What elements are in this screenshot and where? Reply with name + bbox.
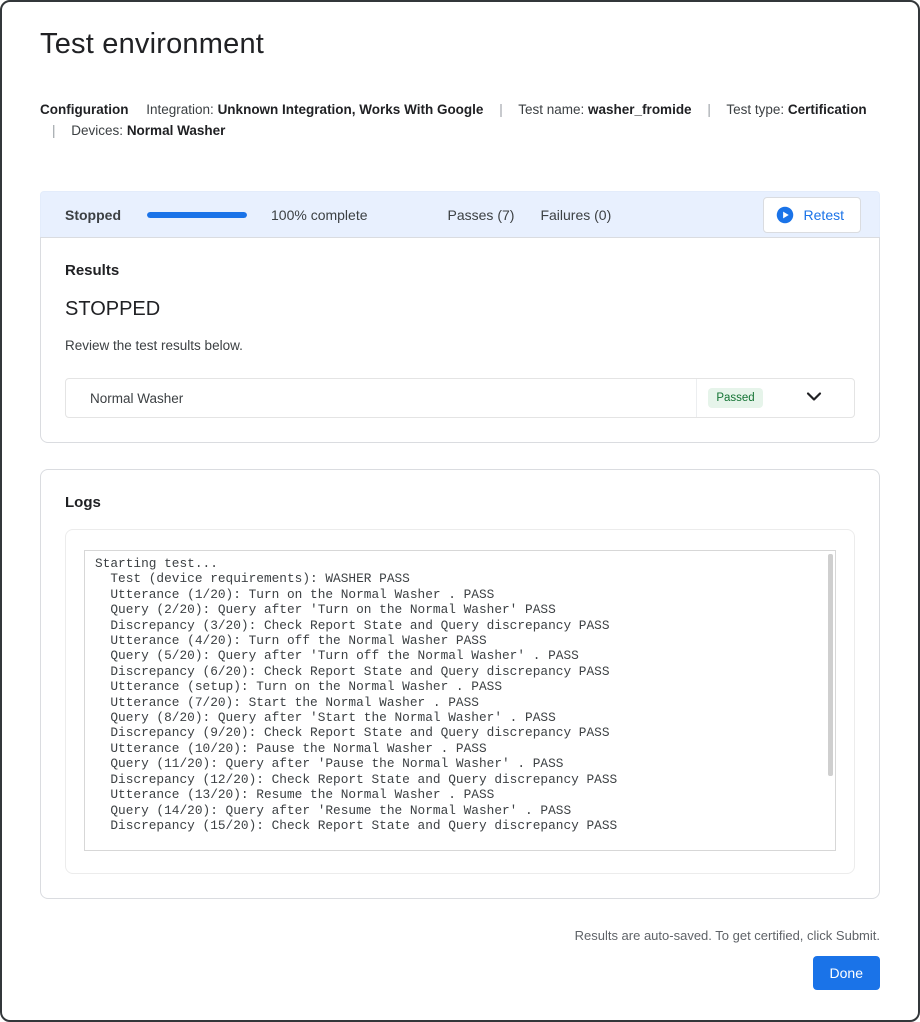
failures-count: Failures (0) xyxy=(540,207,611,223)
log-output-area[interactable]: Starting test... Test (device requiremen… xyxy=(84,550,836,851)
config-item-devices: Devices: Normal Washer xyxy=(71,123,225,138)
expand-toggle[interactable] xyxy=(774,384,854,413)
status-badge: Passed xyxy=(708,388,762,408)
chevron-down-icon xyxy=(802,384,826,413)
config-separator: | xyxy=(52,123,56,138)
progress-bar xyxy=(147,212,247,218)
autosave-note: Results are auto-saved. To get certified… xyxy=(40,928,880,943)
log-scrollbar[interactable] xyxy=(828,554,833,776)
done-button[interactable]: Done xyxy=(813,956,880,990)
page-title: Test environment xyxy=(40,28,880,61)
config-item-test-type: Test type: Certification xyxy=(726,102,866,117)
log-text: Starting test... Test (device requiremen… xyxy=(85,551,835,838)
logs-card: Logs Starting test... Test (device requi… xyxy=(40,469,880,899)
test-status-bar: Stopped 100% complete Passes (7) Failure… xyxy=(40,191,880,237)
results-heading: Results xyxy=(65,262,855,279)
config-item-test-name: Test name: washer_fromide xyxy=(518,102,691,117)
results-description: Review the test results below. xyxy=(65,338,855,353)
progress-percent-label: 100% complete xyxy=(271,207,368,223)
logs-panel: Starting test... Test (device requiremen… xyxy=(65,529,855,874)
device-status-cell: Passed xyxy=(696,379,774,417)
logs-heading: Logs xyxy=(65,494,855,511)
device-name: Normal Washer xyxy=(90,391,183,406)
test-state-label: Stopped xyxy=(65,207,121,223)
results-status-text: STOPPED xyxy=(65,298,855,321)
retest-button[interactable]: Retest xyxy=(763,197,861,233)
footer-actions: Done xyxy=(40,956,880,990)
retest-button-label: Retest xyxy=(804,207,844,223)
config-item-integration: Integration: Unknown Integration, Works … xyxy=(146,102,483,117)
play-circle-icon xyxy=(776,206,794,224)
results-card: Results STOPPED Review the test results … xyxy=(40,237,880,443)
config-separator: | xyxy=(499,102,503,117)
passes-count: Passes (7) xyxy=(448,207,515,223)
configuration-heading: Configuration xyxy=(40,102,128,117)
config-separator: | xyxy=(707,102,711,117)
device-result-row[interactable]: Normal Washer Passed xyxy=(65,378,855,418)
test-environment-page: Test environment Configuration Integrati… xyxy=(2,28,918,990)
progress-bar-fill xyxy=(147,212,247,218)
configuration-summary: Configuration Integration: Unknown Integ… xyxy=(40,99,880,141)
